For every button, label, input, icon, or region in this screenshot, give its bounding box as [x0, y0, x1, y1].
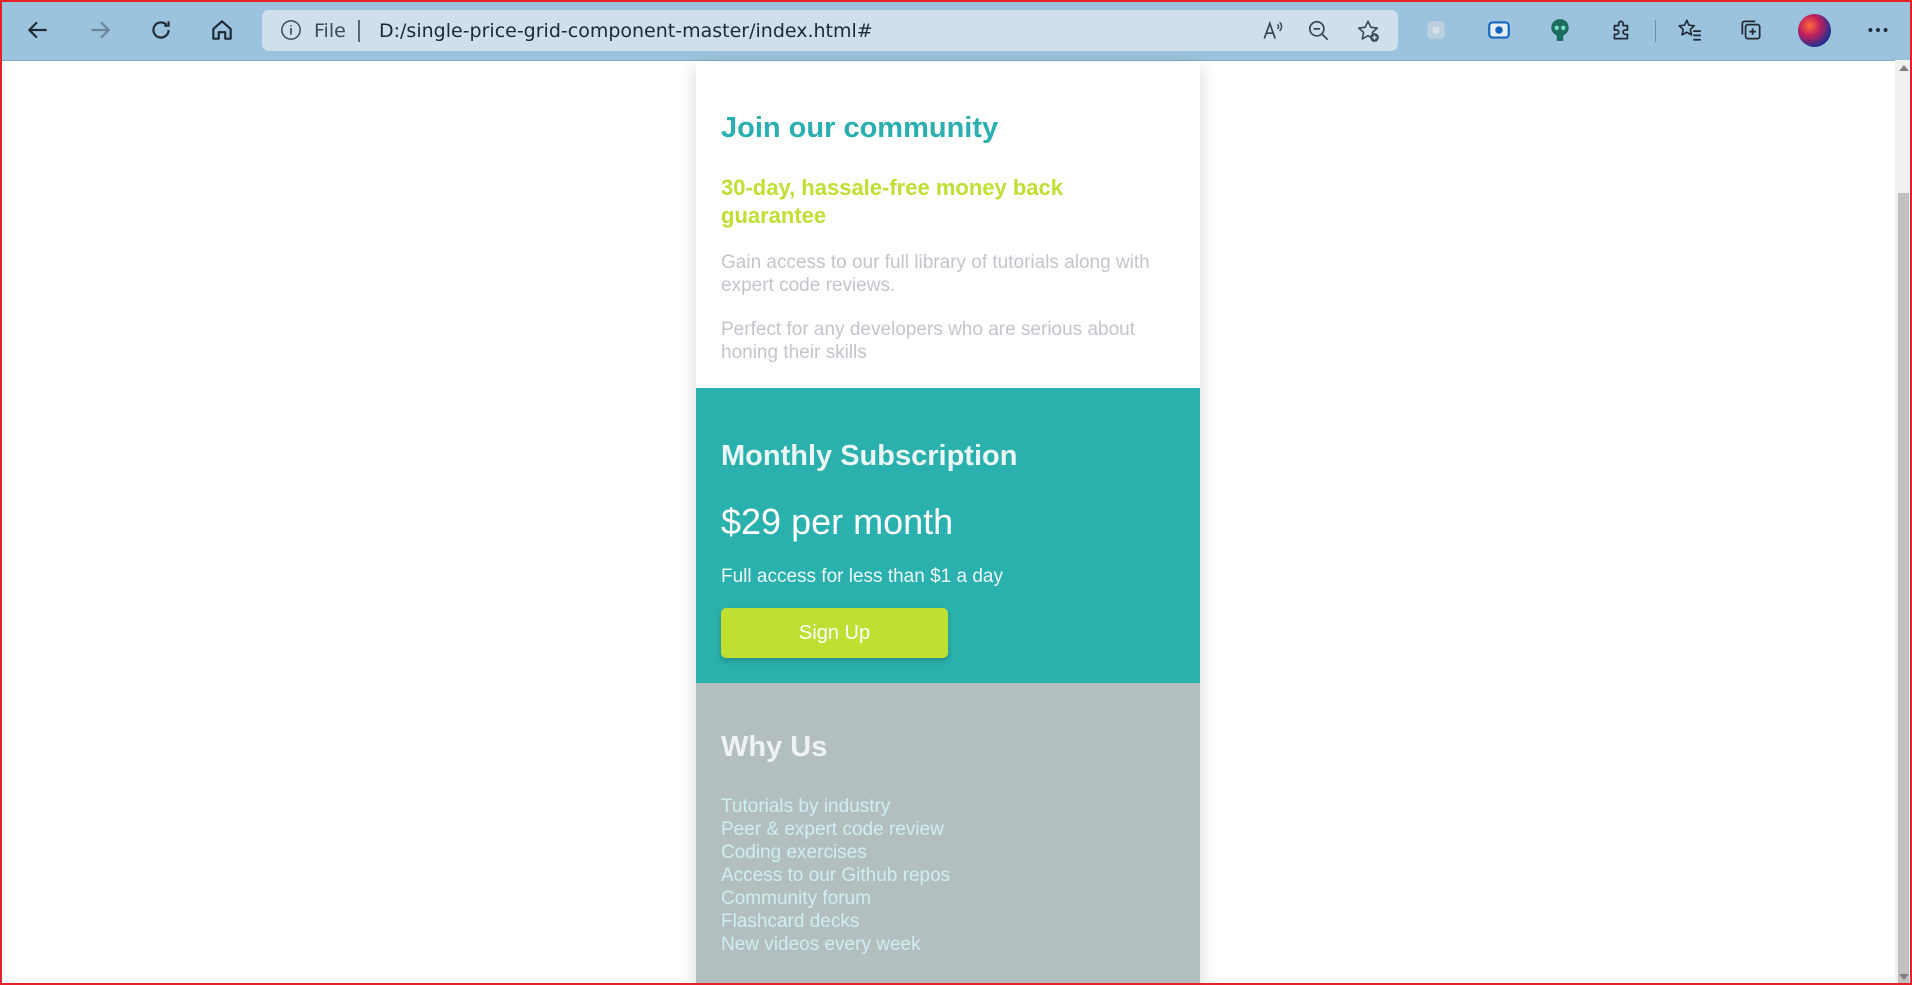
community-description-1: Gain access to our full library of tutor… [721, 252, 1150, 296]
zoom-out-icon[interactable] [1306, 18, 1332, 44]
add-favorite-icon[interactable] [1355, 18, 1381, 44]
forward-button[interactable] [82, 12, 118, 48]
guarantee-text: 30-day, hassale-free money back guarante… [721, 175, 1063, 228]
page-scrollbar[interactable] [1895, 60, 1912, 985]
back-button[interactable] [20, 12, 56, 48]
address-divider [358, 20, 360, 42]
url-text[interactable]: D:/single-price-grid-component-master/in… [379, 20, 873, 42]
forward-icon [91, 21, 111, 39]
back-icon [27, 21, 47, 39]
browser-toolbar: File D:/single-price-grid-component-mast… [0, 0, 1912, 61]
list-item: Tutorials by industry [721, 796, 891, 817]
toolbar-divider [1655, 20, 1656, 42]
screen-capture-icon [1488, 21, 1510, 39]
list-item: Coding exercises [721, 842, 867, 863]
address-file-label: File [314, 20, 346, 42]
list-item: Community forum [721, 888, 871, 909]
why-us-list: Tutorials by industry Peer & expert code… [721, 795, 950, 956]
more-button[interactable] [1860, 12, 1896, 48]
favorites-button[interactable] [1672, 12, 1708, 48]
browser-essentials-icon [1551, 19, 1569, 41]
home-button[interactable] [204, 12, 240, 48]
price-text: $29 per month [721, 501, 954, 542]
list-item: New videos every week [721, 934, 921, 955]
scroll-up-arrow-icon[interactable] [1899, 65, 1909, 71]
info-icon[interactable] [280, 19, 302, 41]
browser-essentials-button[interactable] [1542, 12, 1578, 48]
extension-icon [1427, 21, 1445, 39]
scrollbar-thumb[interactable] [1898, 193, 1909, 983]
extension-button[interactable] [1418, 12, 1454, 48]
why-us-section: Why Us Tutorials by industry Peer & expe… [696, 683, 1200, 985]
refresh-icon [152, 21, 170, 39]
community-section: Join our community 30-day, hassale-free … [696, 62, 1200, 388]
screen-capture-button[interactable] [1481, 12, 1517, 48]
subscription-section: Monthly Subscription $29 per month Full … [696, 388, 1200, 683]
access-note: Full access for less than $1 a day [721, 566, 1003, 587]
list-item: Flashcard decks [721, 911, 860, 932]
subscription-title: Monthly Subscription [721, 440, 1018, 472]
community-description-2: Perfect for any developers who are serio… [721, 319, 1136, 363]
extensions-button[interactable] [1604, 12, 1640, 48]
scroll-down-arrow-icon[interactable] [1899, 974, 1909, 980]
puzzle-icon [1613, 20, 1629, 40]
list-item: Access to our Github repos [721, 865, 951, 886]
community-title: Join our community [721, 112, 999, 144]
refresh-button[interactable] [143, 12, 179, 48]
collections-icon [1741, 20, 1761, 40]
favorites-icon [1678, 19, 1701, 41]
read-aloud-icon[interactable] [1260, 18, 1286, 44]
collections-button[interactable] [1733, 12, 1769, 48]
sign-up-button[interactable]: Sign Up [721, 608, 948, 658]
price-grid-card: Join our community 30-day, hassale-free … [696, 62, 1200, 985]
address-bar[interactable]: File D:/single-price-grid-component-mast… [262, 10, 1398, 51]
more-icon [1868, 28, 1888, 32]
profile-avatar[interactable] [1798, 14, 1831, 47]
list-item: Peer & expert code review [721, 819, 944, 840]
home-icon [212, 20, 232, 40]
why-us-title: Why Us [721, 731, 828, 763]
